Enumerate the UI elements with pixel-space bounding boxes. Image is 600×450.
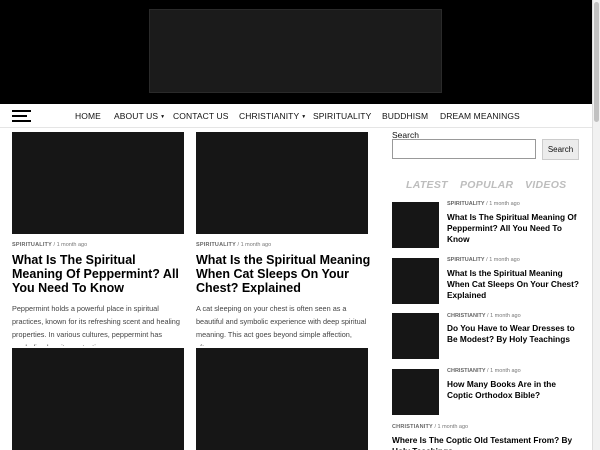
sidebar-post-time: 1 month ago bbox=[489, 257, 520, 263]
tab-popular[interactable]: POPULAR bbox=[460, 179, 513, 191]
post-title[interactable]: What Is the Spiritual Meaning When Cat S… bbox=[196, 253, 371, 295]
post-thumbnail[interactable] bbox=[196, 132, 368, 234]
post-thumbnail[interactable] bbox=[196, 348, 368, 450]
meta-separator: / bbox=[486, 257, 488, 263]
meta-separator: / bbox=[434, 424, 436, 430]
sidebar-post-title[interactable]: Do You Have to Wear Dresses to Be Modest… bbox=[447, 323, 582, 345]
post-category[interactable]: SPIRITUALITY bbox=[12, 242, 52, 248]
sidebar-post-meta: CHRISTIANITY / 1 month ago bbox=[447, 368, 521, 374]
meta-separator: / bbox=[486, 201, 488, 207]
sidebar-post-time: 1 month ago bbox=[437, 424, 469, 430]
hamburger-menu-icon[interactable] bbox=[12, 110, 31, 123]
tab-videos[interactable]: VIDEOS bbox=[525, 179, 566, 191]
sidebar-post-meta: CHRISTIANITY / 1 month ago bbox=[447, 313, 521, 319]
nav-item-christianity[interactable]: CHRISTIANITY ▼ bbox=[239, 111, 306, 121]
nav-item-dream-meanings[interactable]: DREAM MEANINGS bbox=[440, 111, 520, 121]
meta-separator: / bbox=[53, 242, 56, 248]
sidebar-post-thumbnail[interactable] bbox=[392, 369, 439, 415]
nav-item-spirituality[interactable]: SPIRITUALITY bbox=[313, 111, 371, 121]
post-excerpt: A cat sleeping on your chest is often se… bbox=[196, 304, 367, 346]
meta-separator: / bbox=[487, 313, 489, 319]
sidebar-post-time: 1 month ago bbox=[490, 313, 521, 319]
sidebar-post-title[interactable]: Where Is The Coptic Old Testament From? … bbox=[392, 435, 587, 450]
chevron-down-icon: ▼ bbox=[160, 114, 166, 120]
nav-item-about-us[interactable]: ABOUT US ▼ bbox=[114, 111, 165, 121]
sidebar-post-thumbnail[interactable] bbox=[392, 313, 439, 359]
sidebar-post-thumbnail[interactable] bbox=[392, 258, 439, 304]
post-meta: SPIRITUALITY / 1 month ago bbox=[196, 242, 271, 248]
sidebar-post-thumbnail[interactable] bbox=[392, 202, 439, 248]
search-input[interactable] bbox=[392, 139, 536, 159]
sidebar-post-category[interactable]: CHRISTIANITY bbox=[447, 313, 486, 319]
post-time: 1 month ago bbox=[56, 242, 88, 248]
sidebar-post-meta: SPIRITUALITY / 1 month ago bbox=[447, 257, 520, 263]
sidebar-post-time: 1 month ago bbox=[490, 368, 521, 374]
post-meta: SPIRITUALITY / 1 month ago bbox=[12, 242, 87, 248]
post-thumbnail[interactable] bbox=[12, 348, 184, 450]
meta-separator: / bbox=[487, 368, 489, 374]
main-nav: HOME ABOUT US ▼ CONTACT US CHRISTIANITY ▼ … bbox=[0, 104, 592, 128]
meta-separator: / bbox=[237, 242, 240, 248]
site-logo[interactable] bbox=[149, 9, 442, 93]
scrollbar-thumb[interactable] bbox=[594, 2, 599, 122]
sidebar-post-category[interactable]: SPIRITUALITY bbox=[447, 201, 485, 207]
tab-latest[interactable]: LATEST bbox=[406, 179, 448, 191]
sidebar-post-title[interactable]: What Is the Spiritual Meaning When Cat S… bbox=[447, 268, 582, 301]
page-scrollbar[interactable] bbox=[592, 0, 600, 450]
nav-item-contact-us[interactable]: CONTACT US bbox=[173, 111, 228, 121]
sidebar-post-category[interactable]: SPIRITUALITY bbox=[447, 257, 485, 263]
site-header bbox=[0, 0, 600, 104]
nav-item-home[interactable]: HOME bbox=[75, 111, 101, 121]
search-button[interactable]: Search bbox=[542, 139, 579, 160]
sidebar-post-meta: CHRISTIANITY / 1 month ago bbox=[392, 424, 468, 430]
sidebar-post-category[interactable]: CHRISTIANITY bbox=[392, 424, 433, 430]
sidebar-post-title[interactable]: How Many Books Are in the Coptic Orthodo… bbox=[447, 379, 582, 401]
post-category[interactable]: SPIRITUALITY bbox=[196, 242, 236, 248]
post-excerpt: Peppermint holds a powerful place in spi… bbox=[12, 304, 180, 346]
post-time: 1 month ago bbox=[240, 242, 272, 248]
sidebar-post-time: 1 month ago bbox=[489, 201, 520, 207]
chevron-down-icon: ▼ bbox=[301, 114, 307, 120]
post-thumbnail[interactable] bbox=[12, 132, 184, 234]
sidebar-post-meta: SPIRITUALITY / 1 month ago bbox=[447, 201, 520, 207]
sidebar-post-category[interactable]: CHRISTIANITY bbox=[447, 368, 486, 374]
sidebar-post-title[interactable]: What Is The Spiritual Meaning Of Pepperm… bbox=[447, 212, 582, 245]
nav-item-buddhism[interactable]: BUDDHISM bbox=[382, 111, 428, 121]
post-title[interactable]: What Is The Spiritual Meaning Of Pepperm… bbox=[12, 253, 187, 295]
